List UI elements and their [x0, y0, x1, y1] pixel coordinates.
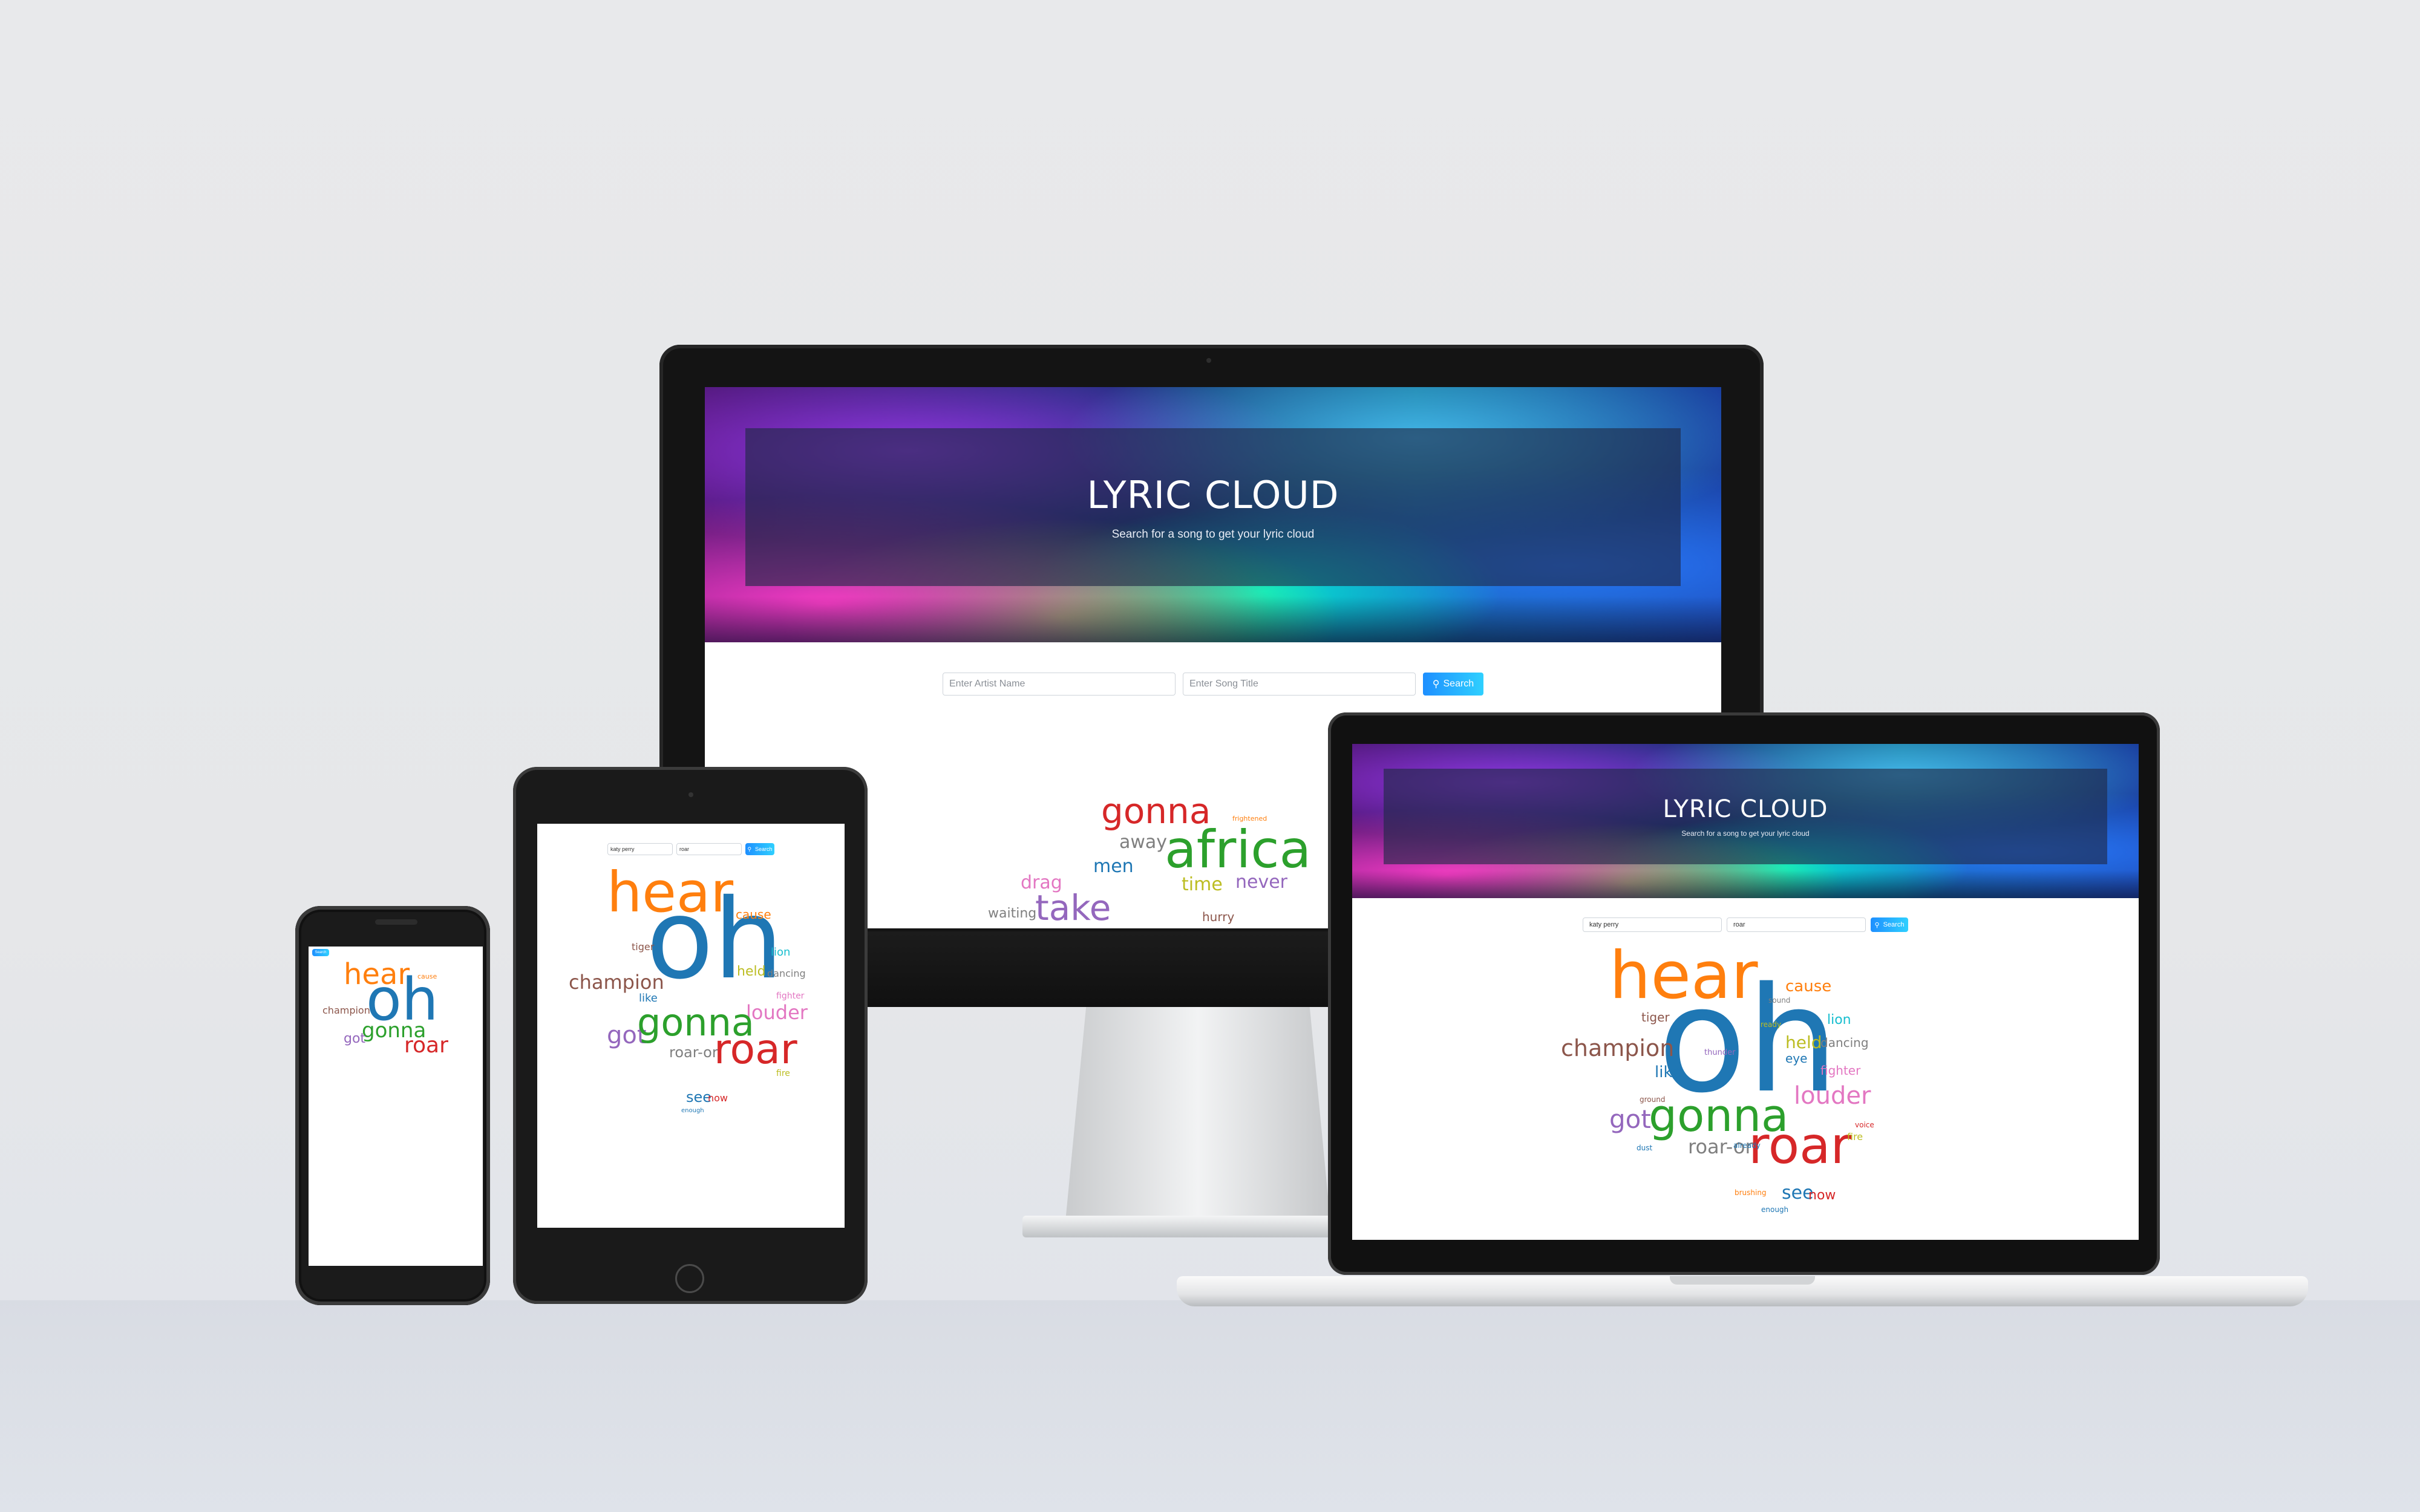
cloud-word: held [737, 964, 766, 979]
search-button-label: Search [1443, 679, 1474, 689]
cloud-word: lion [771, 946, 791, 959]
cloud-word: fire [776, 1069, 790, 1078]
phone-screen: Search hear oh champion gonna got roar c… [309, 947, 483, 1266]
cloud-word: roar [714, 1026, 797, 1074]
hero-banner: LYRIC CLOUD Search for a song to get you… [705, 387, 1721, 642]
cloud-word: voice [1855, 1121, 1874, 1129]
cloud-word: ground [1640, 1095, 1666, 1104]
tablet-camera [688, 792, 693, 797]
cloud-word: dust [1637, 1144, 1653, 1152]
song-input[interactable] [676, 843, 742, 855]
hero-overlay: LYRIC CLOUD Search for a song to get you… [745, 428, 1681, 587]
cloud-word: champion [569, 971, 664, 994]
cloud-word: ready [1761, 1020, 1782, 1029]
hero-banner: LYRIC CLOUD Search for a song to get you… [1352, 744, 2139, 898]
artist-input[interactable] [943, 673, 1176, 696]
page-title: LYRIC CLOUD [1663, 795, 1828, 823]
hero-overlay: LYRIC CLOUD Search for a song to get you… [1384, 768, 2107, 864]
cloud-word: enough [1761, 1205, 1789, 1214]
page-subtitle: Search for a song to get your lyric clou… [1681, 829, 1810, 838]
floor-reflection [0, 1300, 2420, 1512]
cloud-word: waiting [988, 906, 1037, 921]
cloud-word: cause [736, 907, 771, 922]
search-button-label: Search [755, 846, 773, 852]
cloud-word: lion [1827, 1012, 1851, 1028]
cloud-word: tiger [1641, 1010, 1670, 1025]
cloud-word: already [1733, 1141, 1761, 1150]
cloud-word: thunder [1704, 1048, 1736, 1057]
search-button[interactable]: ⚲ Search [1423, 673, 1483, 696]
cloud-word: louder [1794, 1082, 1871, 1110]
cloud-word: men [1093, 856, 1134, 877]
tablet-home-button[interactable] [675, 1264, 704, 1293]
artist-input[interactable] [1583, 917, 1722, 932]
search-button[interactable]: ⚲ Search [745, 843, 774, 855]
cloud-word: africa [1165, 820, 1312, 880]
monitor-stand-neck [1065, 1007, 1331, 1228]
cloud-word: roar [404, 1033, 448, 1058]
cloud-word: brushing [1735, 1188, 1767, 1197]
cloud-word: now [708, 1092, 728, 1104]
cloud-word: got [344, 1031, 366, 1046]
cloud-word: held [1785, 1032, 1822, 1052]
cloud-word: fighter [1820, 1063, 1861, 1078]
cloud-word: hurry [1202, 910, 1235, 924]
laptop-notch [1670, 1276, 1815, 1285]
page-subtitle: Search for a song to get your lyric clou… [1111, 527, 1315, 541]
search-icon: ⚲ [1432, 679, 1440, 689]
cloud-word: enough [681, 1107, 704, 1114]
artist-input[interactable] [607, 843, 673, 855]
cloud-word: cause [417, 973, 437, 980]
page-title: LYRIC CLOUD [1087, 472, 1339, 517]
search-form: ⚲ Search [537, 843, 845, 855]
cloud-word: champion [1561, 1035, 1675, 1061]
laptop-screen: LYRIC CLOUD Search for a song to get you… [1352, 744, 2139, 1240]
search-button[interactable]: ⚲ Search [1871, 917, 1908, 932]
cloud-word: never [1235, 872, 1288, 893]
cloud-word: away [1119, 832, 1168, 853]
cloud-word: dancing [767, 968, 806, 979]
search-form: ⚲ Search [705, 673, 1721, 696]
cloud-word: now [1808, 1188, 1836, 1203]
tablet-screen: ⚲ Search hear oh cause lion tiger held d… [537, 824, 845, 1228]
cloud-word: cause [1785, 977, 1832, 996]
cloud-word: time [1182, 874, 1223, 895]
song-input[interactable] [1727, 917, 1866, 932]
search-button[interactable]: Search [312, 949, 329, 956]
cloud-word: like [1655, 1063, 1682, 1081]
search-button-label: Search [1883, 921, 1905, 928]
search-button-label: Search [315, 951, 327, 954]
cloud-word: take [1035, 887, 1111, 928]
cloud-word: dancing [1820, 1035, 1869, 1050]
search-icon: ⚲ [747, 846, 752, 852]
cloud-word: frightened [1232, 815, 1267, 823]
cloud-word: roar-or [669, 1044, 718, 1061]
cloud-word: fighter [776, 991, 805, 1001]
search-form: ⚲ Search [1352, 917, 2139, 932]
cloud-word: fire [1847, 1131, 1863, 1142]
song-input[interactable] [1183, 673, 1416, 696]
cloud-word: champion [322, 1005, 370, 1016]
cloud-word: tiger [632, 941, 655, 953]
monitor-camera [1206, 358, 1211, 363]
cloud-word: eye [1785, 1051, 1808, 1066]
phone-speaker [375, 919, 417, 925]
cloud-word: sound [1768, 996, 1791, 1005]
search-icon: ⚲ [1874, 921, 1880, 929]
cloud-word: louder [746, 1001, 808, 1024]
cloud-word: got [1609, 1104, 1651, 1134]
cloud-word: roar [1748, 1116, 1852, 1175]
